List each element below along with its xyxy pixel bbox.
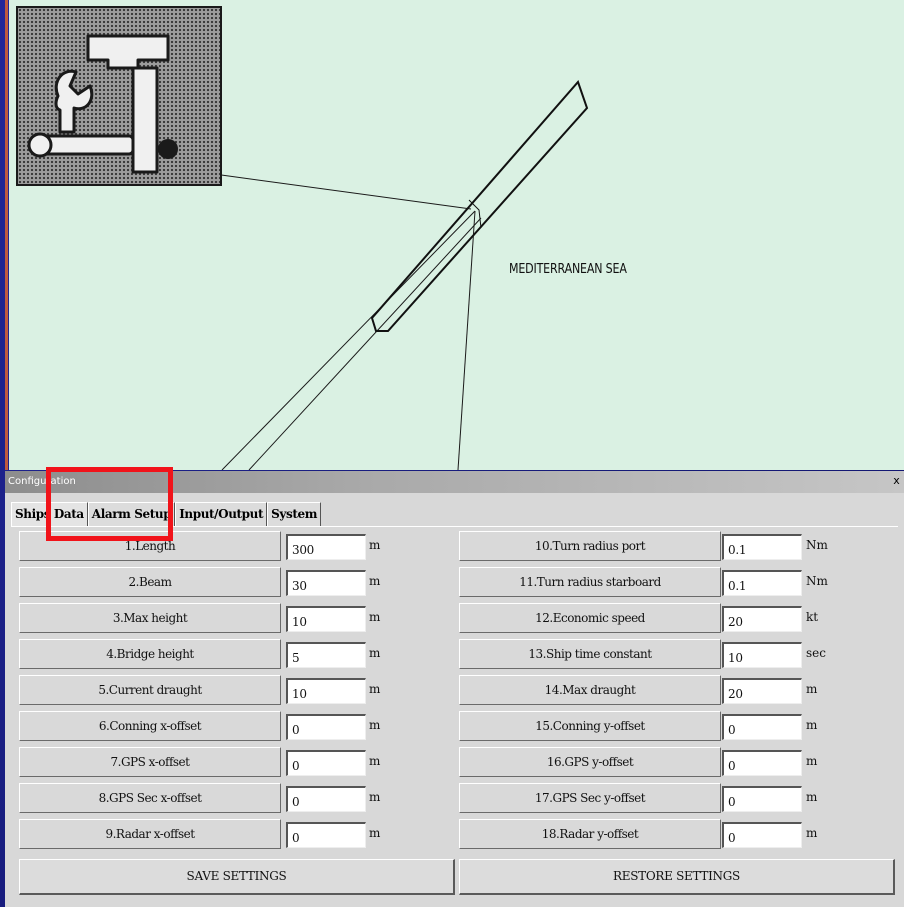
track-line-2 <box>248 217 482 470</box>
restore-settings-button[interactable]: RESTORE SETTINGS <box>459 859 895 895</box>
field-label: 18.Radar y-offset <box>459 819 721 849</box>
tab-strip: Ships Data Alarm Setup Input/Output Syst… <box>11 502 322 526</box>
gps-sec-x-offset-input[interactable]: 0 <box>286 786 366 812</box>
max-height-input[interactable]: 10 <box>286 606 366 632</box>
field-unit: m <box>369 538 381 552</box>
ship-outline <box>370 80 589 332</box>
field-row: 4.Bridge height 5 m 13.Ship time constan… <box>5 637 904 671</box>
dialog-title: Configuration <box>8 476 76 487</box>
field-row: 9.Radar x-offset 0 m 18.Radar y-offset 0… <box>5 817 904 851</box>
field-label: 1.Length <box>19 531 281 561</box>
field-label: 2.Beam <box>19 567 281 597</box>
field-label: 11.Turn radius starboard <box>459 567 721 597</box>
field-unit: m <box>806 754 818 768</box>
field-unit: m <box>806 718 818 732</box>
close-button[interactable]: x <box>891 475 902 487</box>
field-row: 5.Current draught 10 m 14.Max draught 20… <box>5 673 904 707</box>
field-label: 14.Max draught <box>459 675 721 705</box>
field-label: 16.GPS y-offset <box>459 747 721 777</box>
field-row: 1.Length 300 m 10.Turn radius port 0.1 N… <box>5 529 904 563</box>
field-unit: Nm <box>806 538 828 552</box>
bridge-height-input[interactable]: 5 <box>286 642 366 668</box>
field-unit: m <box>806 682 818 696</box>
field-label: 5.Current draught <box>19 675 281 705</box>
tab-input-output[interactable]: Input/Output <box>175 502 268 526</box>
bearing-line <box>213 173 472 210</box>
field-unit: Nm <box>806 574 828 588</box>
track-line-1 <box>221 210 476 470</box>
field-unit: m <box>806 790 818 804</box>
field-unit: m <box>369 790 381 804</box>
turn-radius-starboard-input[interactable]: 0.1 <box>722 570 802 596</box>
hammer-wrench-icon <box>27 34 178 174</box>
field-unit: m <box>369 646 381 660</box>
field-unit: kt <box>806 610 819 624</box>
turn-radius-port-input[interactable]: 0.1 <box>722 534 802 560</box>
conning-y-offset-input[interactable]: 0 <box>722 714 802 740</box>
field-label: 8.GPS Sec x-offset <box>19 783 281 813</box>
gps-sec-y-offset-input[interactable]: 0 <box>722 786 802 812</box>
field-label: 3.Max height <box>19 603 281 633</box>
field-unit: m <box>369 574 381 588</box>
gps-x-offset-input[interactable]: 0 <box>286 750 366 776</box>
field-label: 17.GPS Sec y-offset <box>459 783 721 813</box>
field-row: 3.Max height 10 m 12.Economic speed 20 k… <box>5 601 904 635</box>
field-unit: m <box>369 754 381 768</box>
economic-speed-input[interactable]: 20 <box>722 606 802 632</box>
conning-x-offset-input[interactable]: 0 <box>286 714 366 740</box>
field-label: 4.Bridge height <box>19 639 281 669</box>
beam-input[interactable]: 30 <box>286 570 366 596</box>
field-row: 6.Conning x-offset 0 m 15.Conning y-offs… <box>5 709 904 743</box>
sea-label: MEDITERRANEAN SEA <box>509 262 627 277</box>
field-label: 6.Conning x-offset <box>19 711 281 741</box>
tab-ships-data[interactable]: Ships Data <box>11 502 88 526</box>
field-unit: m <box>806 826 818 840</box>
tab-divider <box>11 526 898 527</box>
field-unit: sec <box>806 646 826 660</box>
field-label: 13.Ship time constant <box>459 639 721 669</box>
field-unit: m <box>369 682 381 696</box>
length-input[interactable]: 300 <box>286 534 366 560</box>
save-settings-button[interactable]: SAVE SETTINGS <box>19 859 455 895</box>
left-edge-bar <box>5 0 8 470</box>
field-label: 10.Turn radius port <box>459 531 721 561</box>
field-unit: m <box>369 610 381 624</box>
field-unit: m <box>369 718 381 732</box>
field-unit: m <box>369 826 381 840</box>
max-draught-input[interactable]: 20 <box>722 678 802 704</box>
configuration-dialog: Configuration x Ships Data Alarm Setup I… <box>5 471 904 907</box>
chart-map[interactable]: MEDITERRANEAN SEA <box>9 0 904 470</box>
field-row: 7.GPS x-offset 0 m 16.GPS y-offset 0 m <box>5 745 904 779</box>
field-row: 8.GPS Sec x-offset 0 m 17.GPS Sec y-offs… <box>5 781 904 815</box>
field-label: 9.Radar x-offset <box>19 819 281 849</box>
radar-y-offset-input[interactable]: 0 <box>722 822 802 848</box>
field-row: 2.Beam 30 m 11.Turn radius starboard 0.1… <box>5 565 904 599</box>
current-draught-input[interactable]: 10 <box>286 678 366 704</box>
tab-system[interactable]: System <box>267 502 322 526</box>
dialog-titlebar[interactable]: Configuration x <box>5 471 904 493</box>
field-label: 7.GPS x-offset <box>19 747 281 777</box>
gps-y-offset-input[interactable]: 0 <box>722 750 802 776</box>
tools-icon[interactable] <box>16 6 222 186</box>
field-label: 12.Economic speed <box>459 603 721 633</box>
tab-alarm-setup[interactable]: Alarm Setup <box>87 502 176 526</box>
ship-time-constant-input[interactable]: 10 <box>722 642 802 668</box>
field-label: 15.Conning y-offset <box>459 711 721 741</box>
radar-x-offset-input[interactable]: 0 <box>286 822 366 848</box>
